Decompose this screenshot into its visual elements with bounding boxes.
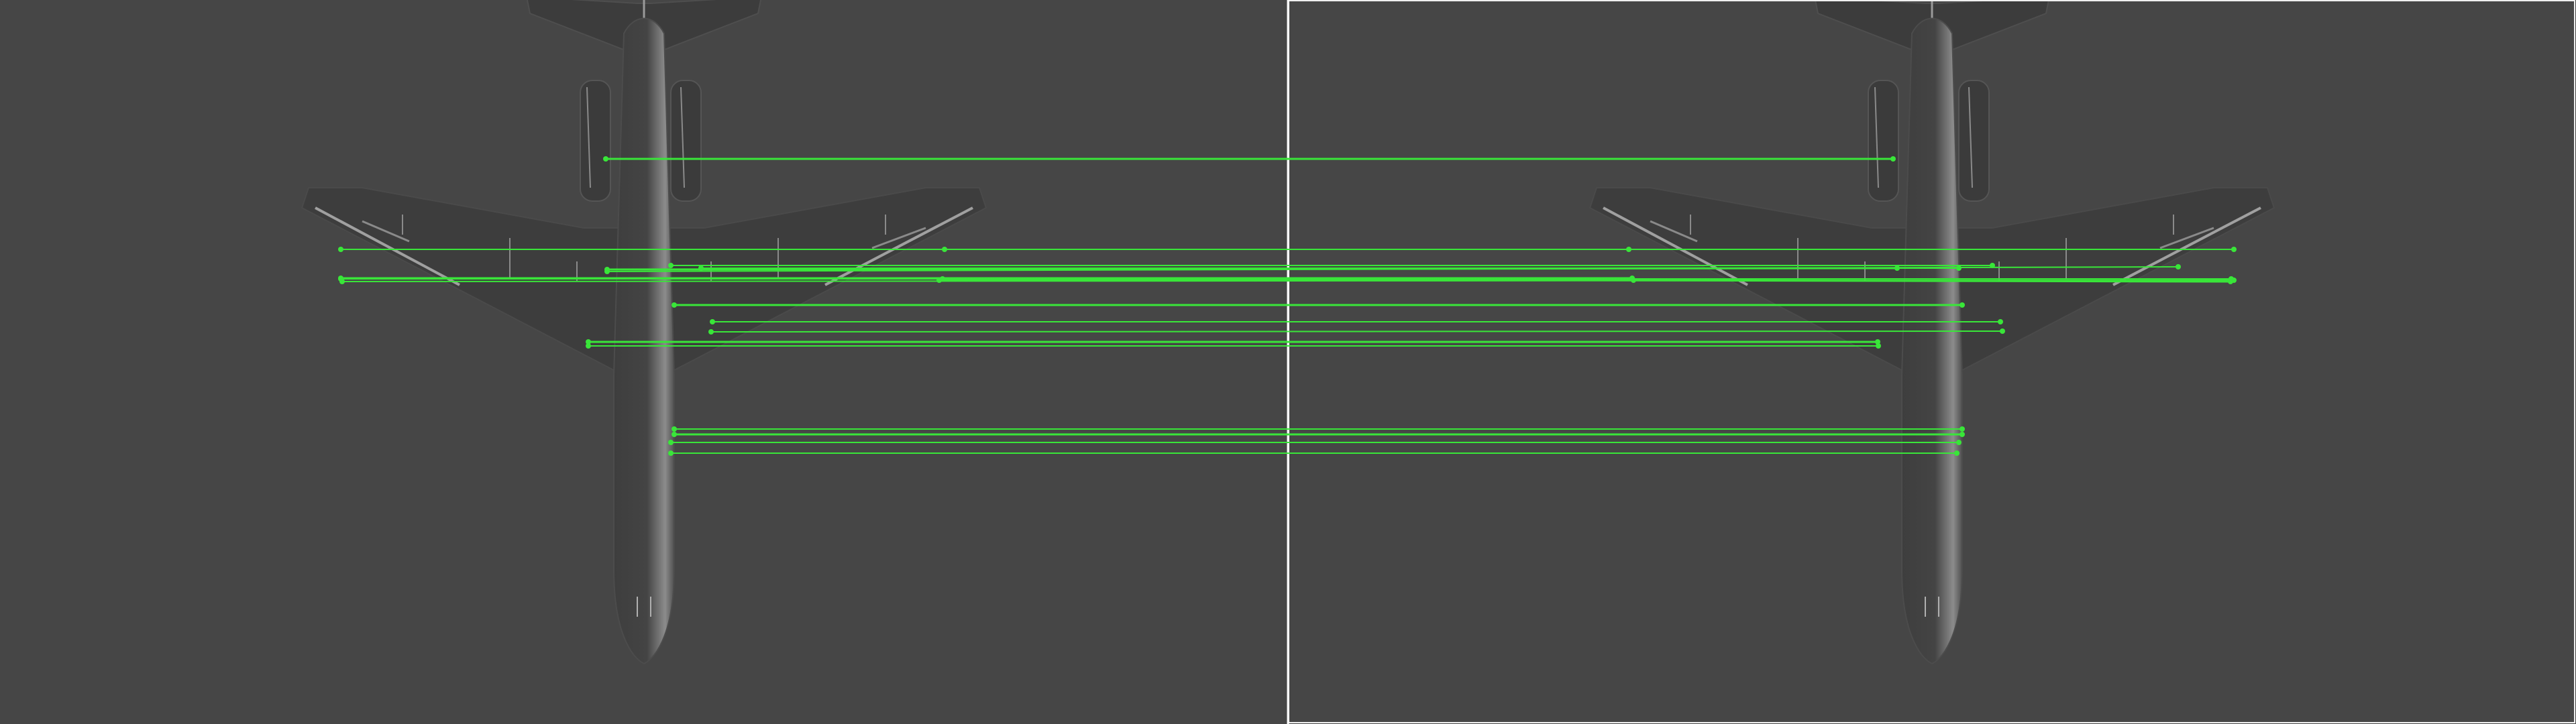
keypoint-marker [2176, 264, 2181, 269]
keypoint-marker [708, 329, 714, 335]
keypoint-marker [1956, 440, 1962, 445]
keypoint-marker [1876, 343, 1881, 349]
keypoint-marker [1956, 265, 1962, 271]
keypoint-marker [1998, 319, 2003, 324]
keypoint-marker [710, 319, 715, 324]
feature-match-canvas [0, 0, 2576, 724]
keypoint-marker [2231, 247, 2237, 252]
keypoint-marker [2000, 328, 2005, 334]
keypoint-marker [672, 432, 677, 437]
keypoint-marker [1960, 302, 1965, 308]
keypoint-marker [1960, 426, 1965, 432]
keypoint-marker [339, 279, 345, 284]
keypoint-marker [672, 302, 677, 308]
keypoint-marker [672, 426, 677, 432]
keypoint-marker [942, 247, 947, 252]
left-image-panel [0, 0, 1288, 724]
keypoint-marker [668, 440, 674, 445]
keypoint-marker [668, 263, 674, 268]
keypoint-marker [1954, 450, 1960, 456]
keypoint-marker [604, 269, 610, 274]
keypoint-marker [668, 450, 674, 456]
keypoint-marker [936, 278, 942, 283]
keypoint-marker [1890, 156, 1896, 162]
keypoint-marker [338, 247, 343, 252]
keypoint-marker [603, 156, 608, 162]
keypoint-marker [1631, 278, 1636, 283]
keypoint-marker [2228, 279, 2233, 284]
keypoint-marker [1960, 432, 1965, 437]
match-line [710, 330, 2003, 333]
keypoint-marker [586, 343, 591, 349]
keypoint-marker [1626, 247, 1631, 252]
right-image-panel [1288, 0, 2576, 724]
feature-match-viewer [0, 0, 2576, 724]
